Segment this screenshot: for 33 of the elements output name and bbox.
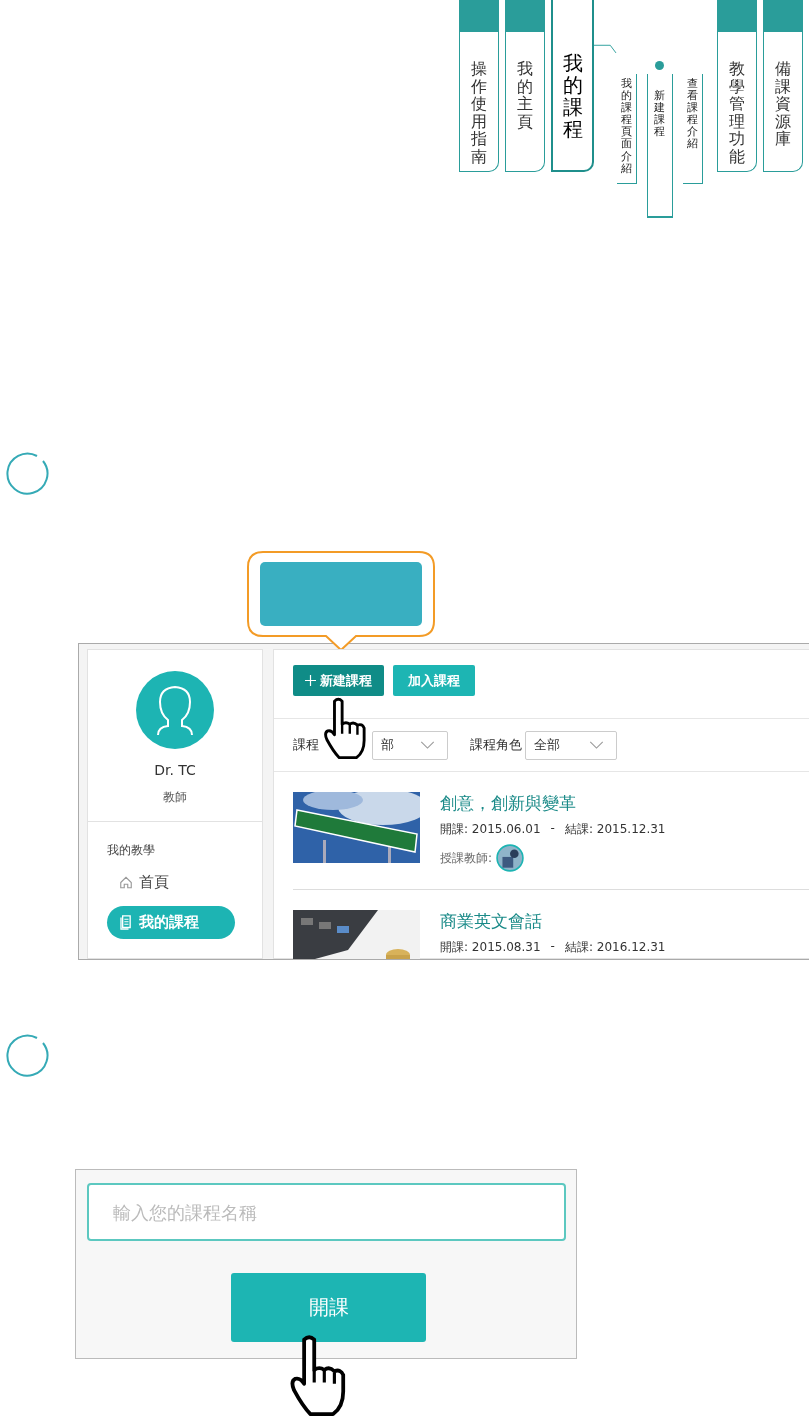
nav-tab[interactable]: 我的課程 <box>551 0 594 172</box>
filter-dropdown[interactable]: 部 <box>372 730 448 760</box>
filter-label: 課程角色 <box>470 736 522 754</box>
sidebar-section-label: 我的教學 <box>107 842 155 859</box>
nav-tab[interactable]: 教學管理功能 <box>716 0 757 172</box>
teacher-label: 授課教師: <box>440 849 493 867</box>
nav-tab[interactable]: 備課資源庫 <box>762 0 803 172</box>
nav-tab[interactable]: 操作使用指南 <box>459 0 500 172</box>
nav-subitem[interactable]: 新建課程 <box>646 74 673 218</box>
avatar-icon <box>136 671 214 749</box>
chevron-down-icon <box>589 741 604 749</box>
new-course-button[interactable]: 新建課程 <box>293 665 384 696</box>
document-icon <box>119 915 133 930</box>
course-title[interactable]: 創意，創新與變革 <box>440 792 666 815</box>
user-name: Dr. TC <box>154 762 196 778</box>
start-date: 開課: 2015.08.31 <box>440 939 541 956</box>
date-separator: - <box>549 939 556 955</box>
end-date: 結課: 2015.12.31 <box>564 821 666 838</box>
end-date: 結課: 2016.12.31 <box>564 939 666 956</box>
course-name-field[interactable]: 輸入您的課程名稱 <box>87 1183 566 1241</box>
nav-subitem[interactable]: 查看課程介紹 <box>682 74 703 184</box>
user-role: 教師 <box>163 789 187 806</box>
start-date: 開課: 2015.06.01 <box>440 821 541 838</box>
date-separator: - <box>549 821 556 837</box>
nav-tab[interactable]: 我的主頁 <box>505 0 546 172</box>
chevron-down-icon <box>420 741 435 749</box>
sidebar-item[interactable]: 首頁 <box>119 873 169 892</box>
nav-subitem[interactable]: 我的課程頁面介紹 <box>616 74 637 184</box>
plus-icon <box>305 675 316 686</box>
home-icon <box>119 875 133 890</box>
filter-label: 課程 <box>293 736 319 754</box>
course-title[interactable]: 商業英文會話 <box>440 910 666 933</box>
filter-dropdown[interactable]: 全部 <box>525 730 617 760</box>
